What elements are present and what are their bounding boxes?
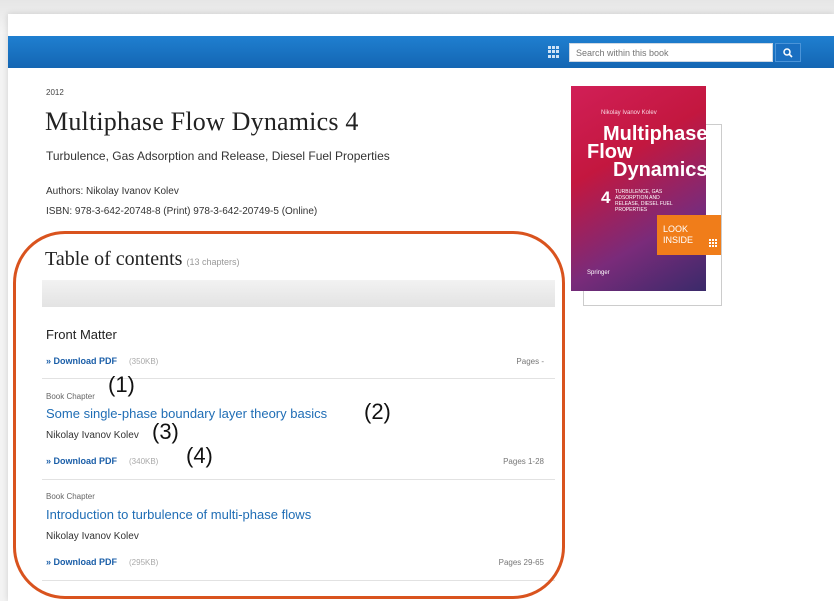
book-authors: Authors: Nikolay Ivanov Kolev: [46, 186, 179, 197]
look-inside-label-1: LOOK: [663, 224, 689, 234]
search-input[interactable]: [569, 43, 773, 62]
book-cover[interactable]: Nikolay Ivanov Kolev Multiphase Flow Dyn…: [571, 86, 706, 291]
annotation-label-1: (1): [108, 372, 135, 397]
annotation-label-2: (2): [364, 399, 391, 424]
magnifier-icon: [783, 47, 793, 58]
book-subtitle: Turbulence, Gas Adsorption and Release, …: [46, 149, 390, 163]
cover-author: Nikolay Ivanov Kolev: [601, 110, 657, 116]
grid-icon[interactable]: [548, 46, 560, 58]
cover-publisher-logo: Springer: [587, 270, 610, 276]
annotation-oval: [13, 231, 565, 599]
look-inside-grid-icon: [709, 239, 717, 247]
cover-subtitle: TURBULENCE, GAS ADSORPTION AND RELEASE, …: [615, 189, 673, 213]
search-button[interactable]: [775, 43, 801, 62]
cover-title-line-3: Dynamics: [613, 159, 706, 181]
book-title: Multiphase Flow Dynamics 4: [45, 107, 359, 136]
publication-year: 2012: [46, 88, 64, 97]
book-isbn: ISBN: 978-3-642-20748-8 (Print) 978-3-64…: [46, 206, 318, 217]
look-inside-button[interactable]: LOOK INSIDE: [657, 215, 721, 255]
cover-volume-number: 4: [601, 188, 611, 207]
annotation-label-4: (4): [186, 443, 213, 468]
annotation-label-3: (3): [152, 419, 179, 444]
